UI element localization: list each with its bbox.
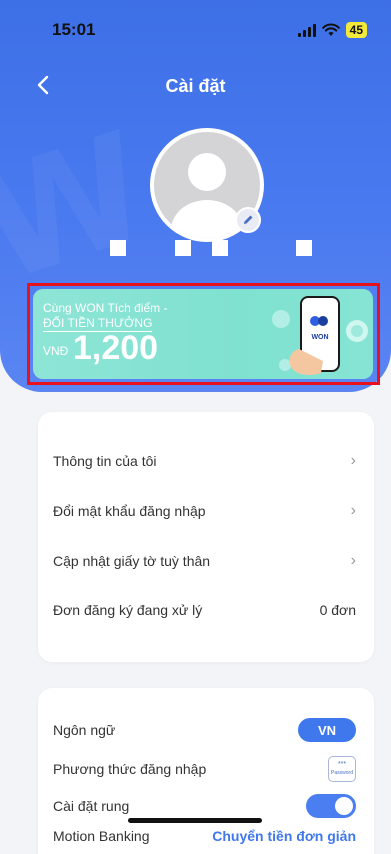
promo-illustration: WON: [272, 296, 368, 375]
settings-card: Ngôn ngữ VN Phương thức đăng nhập *** Pa…: [38, 688, 374, 854]
promo-amount: 1,200: [73, 329, 159, 367]
home-indicator: [128, 818, 262, 823]
password-icon: *** Password: [328, 756, 356, 782]
menu-item-label: Thông tin của tôi: [53, 453, 157, 469]
menu-item-label: Đơn đăng ký đang xử lý: [53, 602, 203, 618]
setting-vibration: Cài đặt rung: [53, 794, 356, 818]
edit-avatar-button[interactable]: [235, 207, 261, 233]
account-menu-card: Thông tin của tôi › Đổi mật khẩu đăng nh…: [38, 412, 374, 662]
language-selector[interactable]: VN: [298, 718, 356, 742]
vibration-toggle[interactable]: [306, 794, 356, 818]
menu-item-pending-applications[interactable]: Đơn đăng ký đang xử lý 0 đơn: [53, 602, 356, 618]
setting-label: Cài đặt rung: [53, 798, 130, 814]
menu-item-update-id[interactable]: Cập nhật giấy tờ tuỳ thân ›: [53, 552, 356, 570]
setting-label: Phương thức đăng nhập: [53, 761, 207, 777]
setting-label: Ngôn ngữ: [53, 722, 116, 738]
chevron-right-icon: ›: [350, 502, 356, 519]
motion-banking-value: Chuyển tiền đơn giản: [212, 828, 356, 844]
status-bar: 15:01 45: [0, 0, 391, 50]
status-icons: 45: [297, 22, 367, 38]
masked-username: [0, 240, 391, 260]
setting-language: Ngôn ngữ VN: [53, 718, 356, 742]
promo-line1: Cùng WON Tích điểm -: [43, 301, 168, 315]
pending-count: 0 đơn: [319, 602, 356, 618]
menu-item-my-info[interactable]: Thông tin của tôi ›: [53, 452, 356, 470]
menu-item-label: Đổi mật khẩu đăng nhập: [53, 503, 206, 519]
coin-icon: [272, 310, 290, 328]
edit-pencil-icon: [244, 215, 253, 224]
menu-item-change-password[interactable]: Đổi mật khẩu đăng nhập ›: [53, 502, 356, 520]
phone-brand: WON: [311, 334, 328, 341]
status-time: 15:01: [52, 20, 96, 39]
rewards-banner[interactable]: Cùng WON Tích điểm - ĐỔI TIỀN THƯỞNG VNĐ…: [33, 289, 373, 379]
chevron-right-icon: ›: [350, 452, 356, 469]
setting-motion-banking[interactable]: Motion Banking Chuyển tiền đơn giản: [53, 828, 356, 844]
setting-login-method[interactable]: Phương thức đăng nhập *** Password: [53, 756, 356, 782]
menu-item-label: Cập nhật giấy tờ tuỳ thân: [53, 553, 211, 569]
signal-icon: [297, 23, 316, 37]
page-title: Cài đặt: [165, 76, 226, 96]
promo-currency: VNĐ: [43, 344, 69, 358]
battery-icon: 45: [345, 22, 367, 38]
coin-icon: [279, 359, 291, 371]
chevron-right-icon: ›: [350, 552, 356, 569]
setting-label: Motion Banking: [53, 828, 150, 844]
watermark-decoration: W: [0, 97, 179, 317]
wifi-icon: [321, 23, 340, 36]
